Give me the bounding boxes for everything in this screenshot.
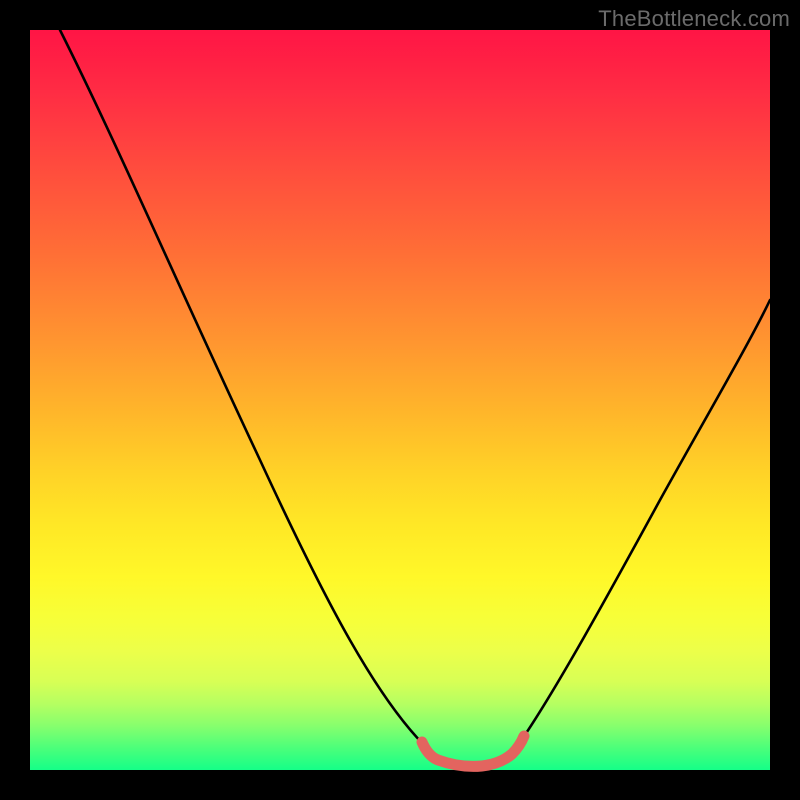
valley-marker <box>422 736 524 766</box>
watermark-text: TheBottleneck.com <box>598 6 790 32</box>
plot-area <box>30 30 770 770</box>
chart-frame: TheBottleneck.com <box>0 0 800 800</box>
bottleneck-curve <box>60 30 770 766</box>
chart-svg <box>30 30 770 770</box>
